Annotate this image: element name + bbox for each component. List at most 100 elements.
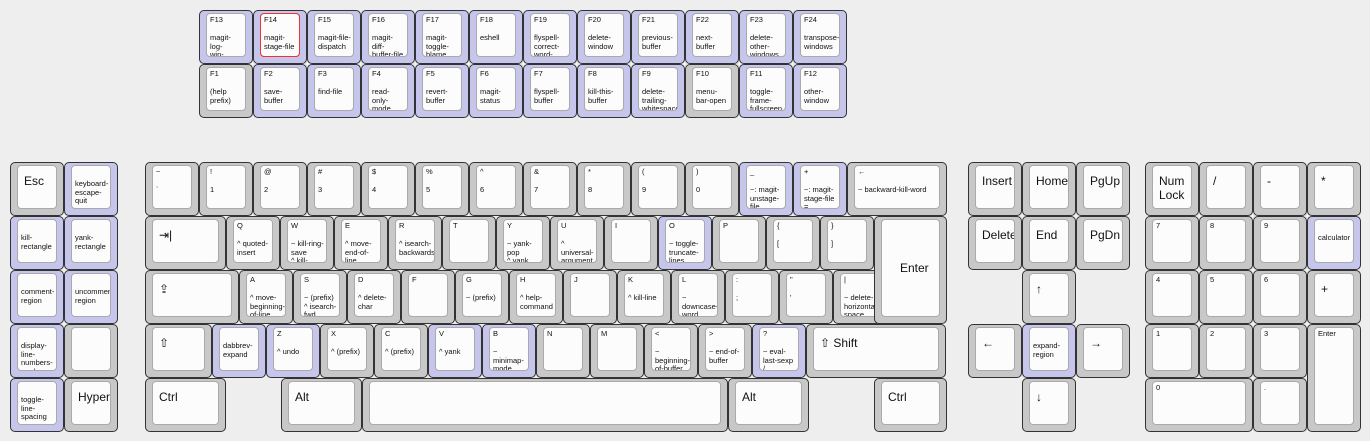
key-lshift[interactable]: ⇧ (145, 324, 212, 378)
key-m[interactable]: M (590, 324, 644, 378)
key-F13[interactable]: F13 magit-log- wip- current (199, 10, 253, 64)
key-l[interactable]: L ~ downcase- word ^ recenter (671, 270, 725, 324)
key-down[interactable]: ↓ (1022, 378, 1076, 432)
key-home[interactable]: Home (1022, 162, 1076, 216)
key-blank[interactable] (64, 324, 118, 378)
key-np3[interactable]: 3 (1253, 324, 1307, 378)
key-k[interactable]: K ^ kill-line (617, 270, 671, 324)
key-F7[interactable]: F7 flyspell- buffer (523, 64, 577, 118)
key-p[interactable]: P (712, 216, 766, 270)
key-F10[interactable]: F10 menu- bar-open (685, 64, 739, 118)
key-lalt[interactable]: Alt (281, 378, 362, 432)
key-np-div[interactable]: / (1199, 162, 1253, 216)
key-left[interactable]: ← (968, 324, 1022, 378)
key-f[interactable]: F (401, 270, 455, 324)
key-period[interactable]: > ~ end-of- buffer . (698, 324, 752, 378)
key-c[interactable]: C ^ (prefix) (374, 324, 428, 378)
key-1[interactable]: ! 1 (199, 162, 253, 216)
key-i[interactable]: I (604, 216, 658, 270)
key-backtick[interactable]: ~ ` (145, 162, 199, 216)
key-u[interactable]: U ^ universal- argument (550, 216, 604, 270)
key-F9[interactable]: F9 delete- trailing- whitespace (631, 64, 685, 118)
key-g[interactable]: G ~ (prefix) (455, 270, 509, 324)
key-np-sub[interactable]: * (1307, 162, 1361, 216)
key-kill-rectangle[interactable]: kill- rectangle (10, 216, 64, 270)
key-z[interactable]: Z ^ undo (266, 324, 320, 378)
key-F23[interactable]: F23 delete- other- windows (739, 10, 793, 64)
key-toggle-line-spacing[interactable]: toggle- line- spacing (10, 378, 64, 432)
key-F20[interactable]: F20 delete- window (577, 10, 631, 64)
key-3[interactable]: #3 (307, 162, 361, 216)
key-t[interactable]: T (442, 216, 496, 270)
key-np6[interactable]: 6 (1253, 270, 1307, 324)
key-0[interactable]: ) 0 (685, 162, 739, 216)
key-semicolon[interactable]: :; (725, 270, 779, 324)
key-tab[interactable]: ⇥| (145, 216, 226, 270)
key-rshift[interactable]: ⇧ Shift (806, 324, 946, 378)
key-F5[interactable]: F5 revert- buffer (415, 64, 469, 118)
key-r[interactable]: R ^ isearch- backwards (388, 216, 442, 270)
key-np9[interactable]: 9 (1253, 216, 1307, 270)
key-F18[interactable]: F18 eshell (469, 10, 523, 64)
key-pgdn[interactable]: PgDn (1076, 216, 1130, 270)
key-slash[interactable]: ? ~ eval- last-sexp / (752, 324, 806, 378)
key-esc[interactable]: Esc (10, 162, 64, 216)
key-F22[interactable]: F22 next- buffer (685, 10, 739, 64)
key-np4[interactable]: 4 (1145, 270, 1199, 324)
key-space[interactable] (362, 378, 728, 432)
key-np-mul[interactable]: - (1253, 162, 1307, 216)
key-np2[interactable]: 2 (1199, 324, 1253, 378)
key-dabbrev[interactable]: dabbrev- expand (212, 324, 266, 378)
key-n[interactable]: N (536, 324, 590, 378)
key-F3[interactable]: F3 find-file (307, 64, 361, 118)
key-calculator[interactable]: calculator (1307, 216, 1361, 270)
key-F16[interactable]: F16 magit-diff- buffer-file (361, 10, 415, 64)
key-end[interactable]: End (1022, 216, 1076, 270)
key-equal[interactable]: + ~: magit- stage-file = (793, 162, 847, 216)
key-4[interactable]: $4 (361, 162, 415, 216)
key-a[interactable]: A ^ move- beginning- of-line (239, 270, 293, 324)
key-F12[interactable]: F12 other- window (793, 64, 847, 118)
key-v[interactable]: V ^ yank (428, 324, 482, 378)
key-j[interactable]: J (563, 270, 617, 324)
key-caps[interactable]: ⇪ (145, 270, 239, 324)
key-b[interactable]: B ~ minimap- mode (482, 324, 536, 378)
key-minus[interactable]: _ ~: magit- unstage- file - (739, 162, 793, 216)
key-ralt[interactable]: Alt (728, 378, 809, 432)
key-keyboard-escape-quit[interactable]: keyboard- escape- quit (64, 162, 118, 216)
key-quote[interactable]: " ' (779, 270, 833, 324)
key-lctrl[interactable]: Ctrl (145, 378, 226, 432)
key-y[interactable]: Y ~ yank- pop ^ yank (496, 216, 550, 270)
key-np-add[interactable]: + (1307, 270, 1361, 324)
key-F17[interactable]: F17 magit- toggle- blame (415, 10, 469, 64)
key-pgup[interactable]: PgUp (1076, 162, 1130, 216)
key-np1[interactable]: 1 (1145, 324, 1199, 378)
key-insert[interactable]: Insert (968, 162, 1022, 216)
key-np7[interactable]: 7 (1145, 216, 1199, 270)
key-np5[interactable]: 5 (1199, 270, 1253, 324)
key-F21[interactable]: F21 previous- buffer (631, 10, 685, 64)
key-q[interactable]: Q ^ quoted- insert (226, 216, 280, 270)
key-enter[interactable]: Enter (874, 216, 947, 324)
key-np8[interactable]: 8 (1199, 216, 1253, 270)
key-yank-rectangle[interactable]: yank- rectangle (64, 216, 118, 270)
key-8[interactable]: * 8 (577, 162, 631, 216)
key-right[interactable]: → (1076, 324, 1130, 378)
key-rctrl[interactable]: Ctrl (874, 378, 947, 432)
key-numlock[interactable]: Num Lock (1145, 162, 1199, 216)
key-F19[interactable]: F19 flyspell- correct- word-... (523, 10, 577, 64)
key-x[interactable]: X ^ (prefix) (320, 324, 374, 378)
key-backspace[interactable]: ← ~ backward-kill-word (847, 162, 947, 216)
key-display-line-numbers-mode[interactable]: display- line- numbers- mode (10, 324, 64, 378)
key-expand-region[interactable]: expand- region (1022, 324, 1076, 378)
key-rbracket[interactable]: }] (820, 216, 874, 270)
key-up[interactable]: ↑ (1022, 270, 1076, 324)
key-np0[interactable]: 0 (1145, 378, 1253, 432)
key-F6[interactable]: F6 magit- status (469, 64, 523, 118)
key-F2[interactable]: F2 save- buffer (253, 64, 307, 118)
key-9[interactable]: (9 (631, 162, 685, 216)
key-o[interactable]: O ~ toggle- truncate- lines (658, 216, 712, 270)
key-delete[interactable]: Delete (968, 216, 1022, 270)
key-d[interactable]: D ^ delete- char (347, 270, 401, 324)
key-F4[interactable]: F4 read-only- mode (361, 64, 415, 118)
